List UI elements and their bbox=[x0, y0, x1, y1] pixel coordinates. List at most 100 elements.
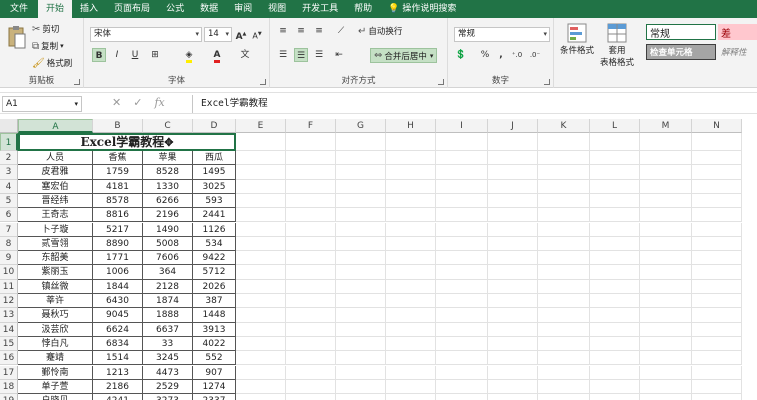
grid-cell[interactable] bbox=[488, 179, 538, 194]
column-header[interactable]: E bbox=[236, 119, 286, 133]
grid-cell[interactable] bbox=[436, 165, 488, 180]
tab-insert[interactable]: 插入 bbox=[72, 0, 106, 18]
table-cell[interactable]: 1330 bbox=[143, 179, 193, 194]
table-cell[interactable]: 2337 bbox=[193, 394, 236, 400]
grid-cell[interactable] bbox=[436, 208, 488, 223]
table-cell[interactable]: 6266 bbox=[143, 193, 193, 209]
cell-style-explanatory[interactable]: 解释性 bbox=[718, 44, 757, 60]
clipboard-launcher-icon[interactable] bbox=[74, 79, 80, 85]
row-header[interactable]: 15 bbox=[0, 336, 18, 352]
cell-style-normal[interactable]: 常规 bbox=[646, 24, 716, 40]
row-header[interactable]: 1 bbox=[0, 133, 18, 151]
row-header[interactable]: 5 bbox=[0, 193, 18, 209]
grid-cell[interactable] bbox=[538, 151, 590, 166]
row-header[interactable]: 16 bbox=[0, 351, 18, 366]
table-cell[interactable]: 1771 bbox=[93, 251, 143, 266]
grid-cell[interactable] bbox=[488, 151, 538, 166]
table-cell[interactable]: 5008 bbox=[143, 236, 193, 252]
grid-cell[interactable] bbox=[590, 351, 640, 366]
table-cell[interactable]: 3273 bbox=[143, 394, 193, 400]
borders-button[interactable]: ⊞ bbox=[148, 48, 162, 62]
grid-cell[interactable] bbox=[488, 336, 538, 352]
grid-cell[interactable] bbox=[640, 251, 692, 266]
table-cell[interactable]: 1274 bbox=[193, 379, 236, 395]
grid-cell[interactable] bbox=[286, 179, 336, 194]
table-header-cell[interactable]: 西瓜 bbox=[193, 151, 236, 166]
decrease-decimal-button[interactable]: .0⁻ bbox=[528, 48, 542, 62]
grid-cell[interactable] bbox=[488, 222, 538, 237]
grid-cell[interactable] bbox=[590, 308, 640, 323]
phonetic-button[interactable]: 文 bbox=[238, 48, 252, 62]
table-cell[interactable]: 晋经纬 bbox=[18, 193, 93, 209]
table-cell[interactable]: 鄞怜南 bbox=[18, 365, 93, 380]
grid-cell[interactable] bbox=[386, 322, 436, 337]
grid-cell[interactable] bbox=[236, 394, 286, 400]
table-cell[interactable]: 6834 bbox=[93, 336, 143, 352]
grid-cell[interactable] bbox=[286, 394, 336, 400]
align-top-button[interactable]: ≡ bbox=[276, 24, 290, 38]
font-name-select[interactable]: 宋体 ▾ bbox=[90, 27, 202, 42]
grid-cell[interactable] bbox=[436, 193, 488, 209]
grid-cell[interactable] bbox=[436, 365, 488, 380]
table-cell[interactable]: 2529 bbox=[143, 379, 193, 395]
grid-cell[interactable] bbox=[538, 308, 590, 323]
table-cell[interactable]: 1006 bbox=[93, 265, 143, 280]
table-cell[interactable]: 9422 bbox=[193, 251, 236, 266]
grid-cell[interactable] bbox=[538, 351, 590, 366]
grid-cell[interactable] bbox=[386, 336, 436, 352]
table-cell[interactable]: 紫丽玉 bbox=[18, 265, 93, 280]
table-cell[interactable]: 1888 bbox=[143, 308, 193, 323]
table-cell[interactable]: 534 bbox=[193, 236, 236, 252]
grid-cell[interactable] bbox=[436, 379, 488, 395]
tab-help[interactable]: 帮助 bbox=[346, 0, 380, 18]
grid-cell[interactable] bbox=[538, 265, 590, 280]
grid-cell[interactable] bbox=[386, 179, 436, 194]
grid-cell[interactable] bbox=[538, 251, 590, 266]
wrap-text-button[interactable]: ↵ 自动换行 bbox=[358, 25, 402, 38]
align-bottom-button[interactable]: ≡ bbox=[312, 24, 326, 38]
grid-cell[interactable] bbox=[692, 265, 742, 280]
percent-button[interactable]: % bbox=[478, 48, 492, 62]
table-cell[interactable]: 8816 bbox=[93, 208, 143, 223]
grid-cell[interactable] bbox=[488, 165, 538, 180]
grid-cell[interactable] bbox=[640, 379, 692, 395]
table-cell[interactable]: 1213 bbox=[93, 365, 143, 380]
column-header[interactable]: C bbox=[143, 119, 193, 133]
grid-cell[interactable] bbox=[538, 379, 590, 395]
table-cell[interactable]: 33 bbox=[143, 336, 193, 352]
grid-cell[interactable] bbox=[488, 308, 538, 323]
grid-cell[interactable] bbox=[692, 308, 742, 323]
grid-cell[interactable] bbox=[386, 133, 436, 151]
grid-cell[interactable] bbox=[286, 193, 336, 209]
name-box[interactable]: A1 ▾ bbox=[2, 96, 82, 112]
row-header[interactable]: 10 bbox=[0, 265, 18, 280]
cancel-icon[interactable]: ✕ bbox=[112, 96, 121, 109]
grid-cell[interactable] bbox=[286, 251, 336, 266]
table-cell[interactable]: 364 bbox=[143, 265, 193, 280]
grid-cell[interactable] bbox=[692, 279, 742, 294]
row-header[interactable]: 9 bbox=[0, 251, 18, 266]
grid-cell[interactable] bbox=[386, 394, 436, 400]
tab-data[interactable]: 数据 bbox=[192, 0, 226, 18]
shrink-font-button[interactable]: A▼ bbox=[250, 27, 264, 41]
grid-cell[interactable] bbox=[236, 336, 286, 352]
grid-cell[interactable] bbox=[386, 236, 436, 252]
table-cell[interactable]: 塞宏伯 bbox=[18, 179, 93, 194]
format-painter-button[interactable]: 🖌 格式刷 bbox=[32, 57, 72, 70]
grid-cell[interactable] bbox=[538, 322, 590, 337]
table-cell[interactable]: 卜子璇 bbox=[18, 222, 93, 237]
table-cell[interactable]: 1126 bbox=[193, 222, 236, 237]
increase-decimal-button[interactable]: ⁺.0 bbox=[510, 48, 524, 62]
grid-cell[interactable] bbox=[286, 165, 336, 180]
formula-input[interactable]: Excel学霸教程 bbox=[192, 95, 755, 113]
grid-cell[interactable] bbox=[386, 208, 436, 223]
tab-formulas[interactable]: 公式 bbox=[158, 0, 192, 18]
grid-cell[interactable] bbox=[336, 222, 386, 237]
grid-cell[interactable] bbox=[286, 151, 336, 166]
grid-cell[interactable] bbox=[488, 394, 538, 400]
row-header[interactable]: 4 bbox=[0, 179, 18, 194]
grid-cell[interactable] bbox=[538, 193, 590, 209]
column-header[interactable]: B bbox=[93, 119, 143, 133]
table-cell[interactable]: 5712 bbox=[193, 265, 236, 280]
grid-cell[interactable] bbox=[590, 279, 640, 294]
